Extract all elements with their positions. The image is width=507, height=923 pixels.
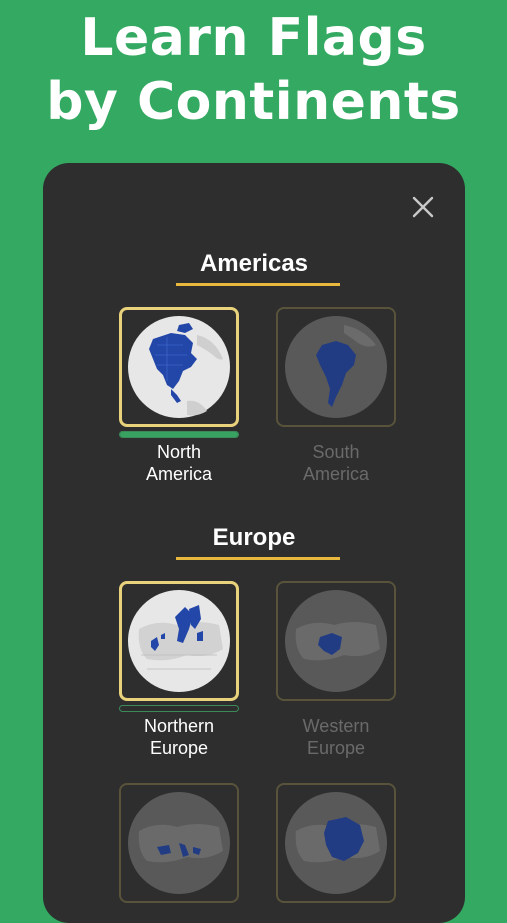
- progress-bar-north-america: [119, 431, 239, 438]
- headline-line-1: Learn Flags: [80, 8, 427, 68]
- tile-eastern-europe[interactable]: [276, 783, 396, 903]
- label-south-america: South America: [266, 441, 406, 485]
- label-south-america-line-1: South: [312, 442, 360, 462]
- globe-southern-europe-icon: [128, 792, 230, 894]
- continent-panel: Americas North America South America Eur…: [43, 163, 465, 923]
- label-north-america: North America: [109, 441, 249, 485]
- progress-bar-northern-europe: [119, 705, 239, 712]
- label-northern-europe-line-1: Northern: [143, 716, 215, 736]
- tile-south-america[interactable]: [276, 307, 396, 427]
- close-icon[interactable]: [409, 193, 437, 221]
- globe-eastern-europe-icon: [285, 792, 387, 894]
- section-title-americas: Americas: [199, 250, 309, 277]
- section-underline-europe: [176, 557, 340, 560]
- globe-western-europe-icon: [285, 590, 387, 692]
- label-south-america-line-2: America: [302, 464, 369, 484]
- label-western-europe-line-1: Western: [302, 716, 370, 736]
- label-north-america-line-2: America: [145, 464, 212, 484]
- label-north-america-line-1: North: [156, 442, 201, 462]
- tile-north-america[interactable]: [119, 307, 239, 427]
- label-western-europe-line-2: Europe: [306, 738, 366, 758]
- section-underline-americas: [176, 283, 340, 286]
- globe-south-america-icon: [285, 316, 387, 418]
- globe-north-america-icon: [128, 316, 230, 418]
- globe-northern-europe-icon: [128, 590, 230, 692]
- tile-western-europe[interactable]: [276, 581, 396, 701]
- headline-line-2: by Continents: [46, 72, 461, 132]
- tile-northern-europe[interactable]: [119, 581, 239, 701]
- section-title-europe: Europe: [212, 524, 296, 551]
- label-northern-europe-line-2: Europe: [149, 738, 209, 758]
- tile-southern-europe[interactable]: [119, 783, 239, 903]
- progress-fill-north-america: [120, 432, 238, 437]
- label-northern-europe: Northern Europe: [109, 715, 249, 759]
- headline: Learn Flags by Continents: [0, 6, 507, 134]
- label-western-europe: Western Europe: [266, 715, 406, 759]
